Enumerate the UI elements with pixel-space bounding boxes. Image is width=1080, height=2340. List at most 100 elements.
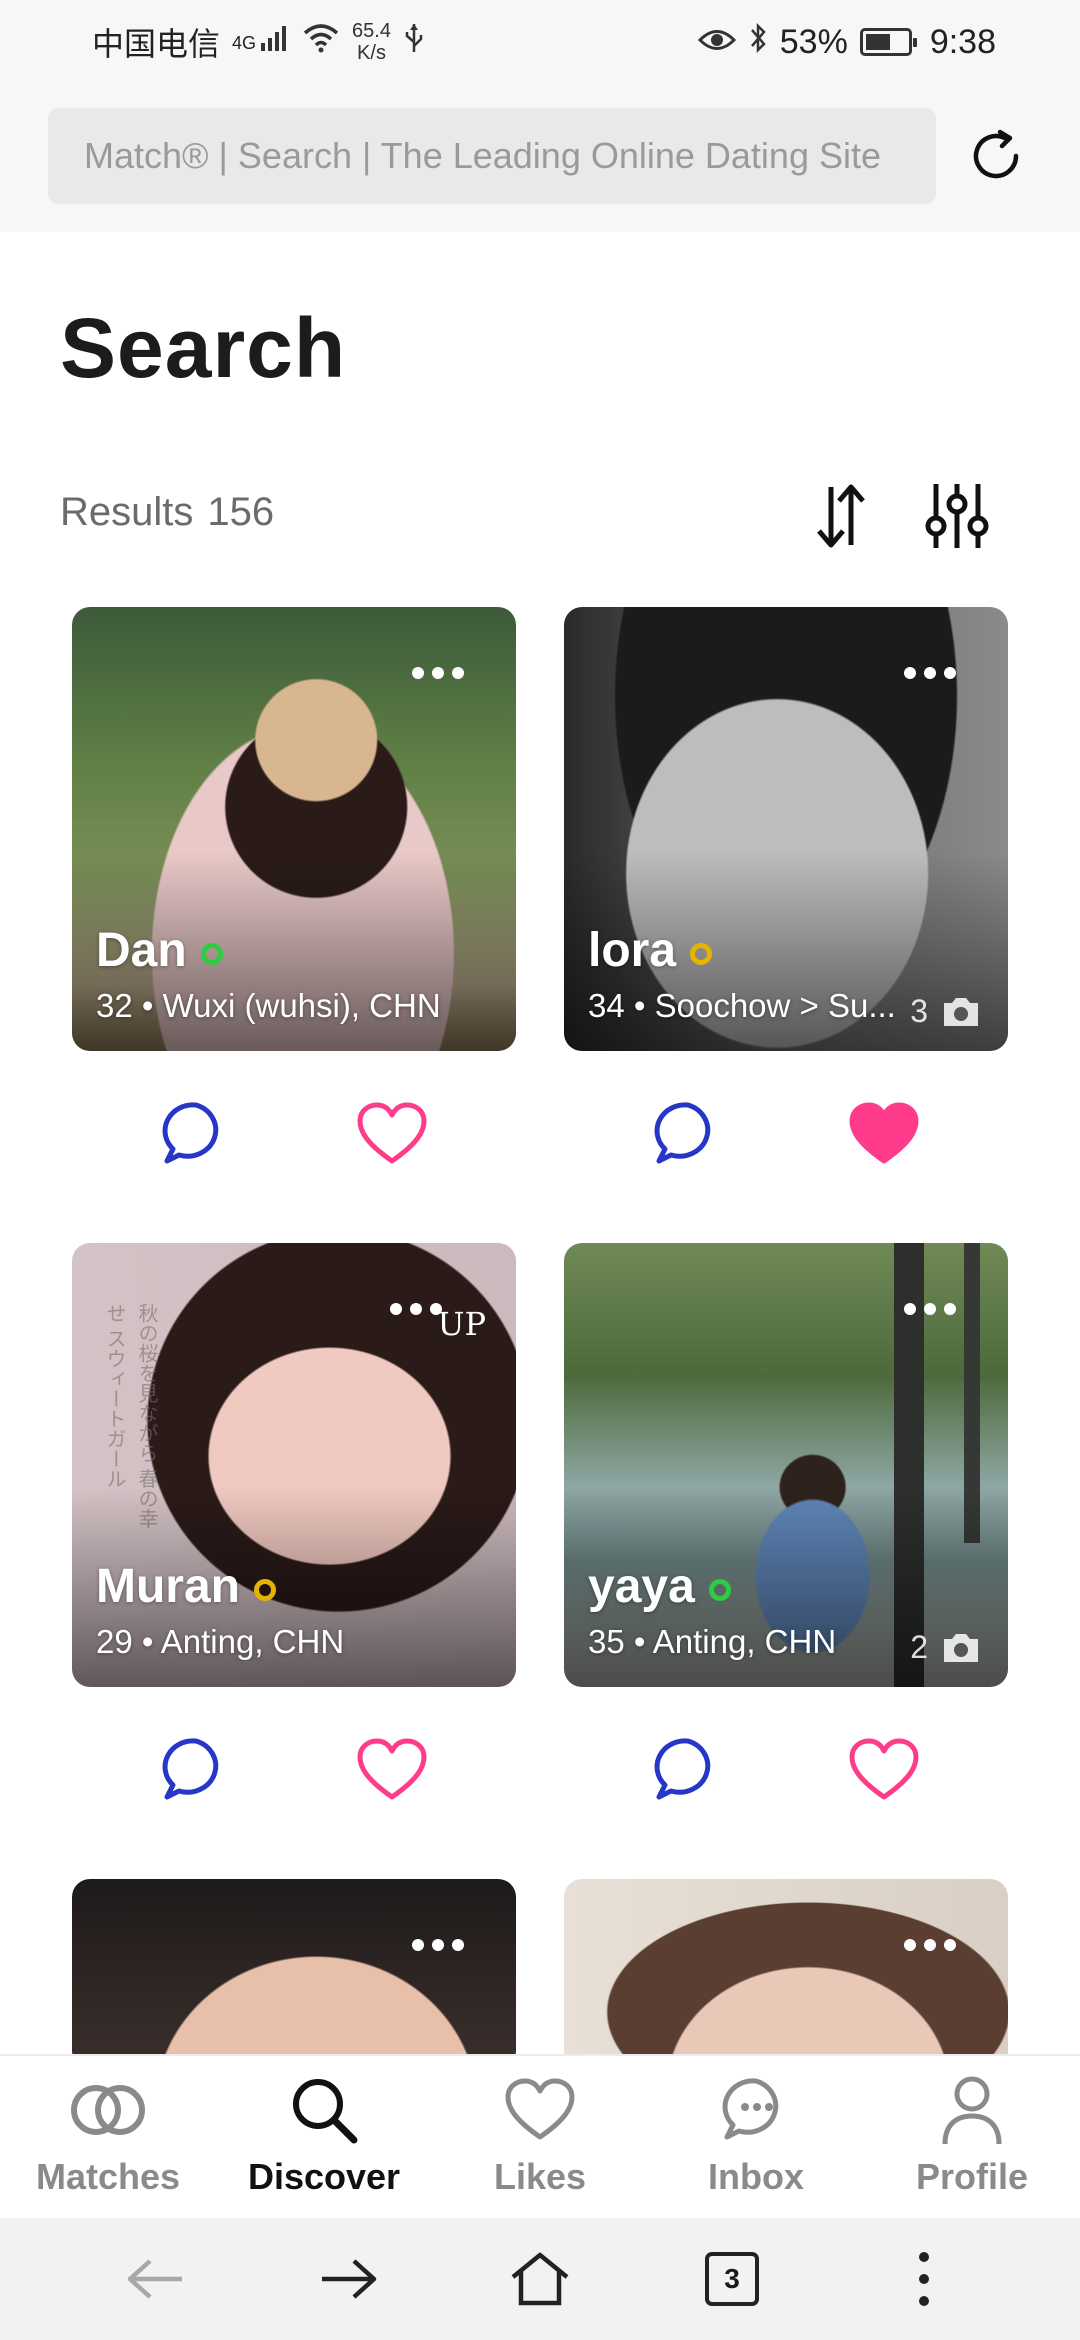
profile-card[interactable]: yaya 35 • Anting, CHN 2: [564, 1243, 1008, 1687]
home-icon: [511, 2252, 569, 2306]
camera-icon: [944, 997, 978, 1026]
away-status-dot: [254, 1578, 276, 1601]
message-button[interactable]: [158, 1734, 234, 1806]
away-status-dot: [690, 942, 713, 965]
profile-meta: 34 • Soochow > Su...: [588, 987, 896, 1024]
heart-outline-icon: [357, 1102, 427, 1164]
status-left: 中国电信 4G 65.4 K/s: [92, 19, 425, 65]
tabs-button[interactable]: 3: [692, 2239, 772, 2319]
more-options-button[interactable]: [412, 1935, 472, 1955]
home-button[interactable]: [500, 2239, 580, 2319]
page-title: Search: [60, 301, 347, 395]
bluetooth-icon: [748, 22, 768, 63]
camera-icon: [944, 1633, 978, 1662]
network-type: 4G: [232, 33, 257, 53]
more-options-button[interactable]: [904, 663, 964, 683]
profile-name: Muran: [96, 1560, 240, 1613]
profile-meta: 29 • Anting, CHN: [96, 1623, 345, 1660]
inbox-chat-icon: [716, 2074, 796, 2146]
browser-toolbar: 3: [0, 2218, 1080, 2340]
like-button-liked[interactable]: [846, 1098, 922, 1170]
profile-meta: 32 • Wuxi (wuhsi), CHN: [96, 987, 441, 1024]
forward-button[interactable]: [308, 2239, 388, 2319]
nav-likes-label: Likes: [493, 2156, 587, 2197]
profile-name-row: yaya: [588, 1559, 731, 1614]
profile-card[interactable]: Dan 32 • Wuxi (wuhsi), CHN: [72, 607, 516, 1051]
filter-button[interactable]: [922, 476, 992, 556]
profile-name-row: lora: [588, 923, 713, 978]
sort-arrows-icon: [817, 484, 865, 548]
carrier-label: 中国电信: [92, 25, 221, 63]
profile-card[interactable]: [72, 1879, 516, 2069]
more-options-button[interactable]: [412, 663, 472, 683]
message-button[interactable]: [158, 1098, 234, 1170]
more-options-button[interactable]: [904, 1299, 964, 1319]
profile-card[interactable]: 秋の桜を見ながら 春の幸せ スウィートガール UP Muran 29 • Ant…: [72, 1243, 516, 1687]
heart-filled-icon: [849, 1102, 919, 1164]
nav-likes[interactable]: Likes: [432, 2056, 648, 2218]
like-button[interactable]: [354, 1734, 430, 1806]
profile-photo: [72, 1879, 516, 2069]
photo-count-number: 2: [910, 1629, 928, 1665]
profile-name-row: Muran: [96, 1559, 276, 1614]
eye-comfort-icon: [697, 23, 736, 62]
app-bottom-nav: Matches Discover Likes Inbox Profile: [0, 2054, 1080, 2218]
nav-inbox[interactable]: Inbox: [648, 2056, 864, 2218]
filter-sliders-icon: [925, 484, 989, 548]
nav-matches[interactable]: Matches: [0, 2056, 216, 2218]
wifi-icon: [302, 23, 340, 62]
photo-count-number: 3: [910, 993, 928, 1029]
clock: 9:38: [929, 22, 996, 61]
nav-discover-label: Discover: [247, 2156, 401, 2197]
reload-icon: [973, 129, 1019, 179]
like-button[interactable]: [846, 1734, 922, 1806]
status-bar: 中国电信 4G 65.4 K/s 53% 9:38: [0, 0, 1080, 84]
back-button[interactable]: [116, 2239, 196, 2319]
results-label: Results: [60, 490, 194, 534]
heart-outline-icon: [357, 1738, 427, 1800]
nav-profile[interactable]: Profile: [864, 2056, 1080, 2218]
up-badge: UP: [437, 1305, 487, 1343]
battery-icon: [859, 28, 917, 56]
battery-percent: 53%: [779, 22, 848, 61]
more-vertical-icon: [919, 2252, 929, 2306]
heart-outline-icon: [849, 1738, 919, 1800]
profile-name: Dan: [96, 924, 187, 977]
profile-name-row: Dan: [96, 923, 223, 978]
status-right: 53% 9:38: [697, 22, 996, 63]
profile-name: lora: [588, 924, 677, 977]
photo-count: 2: [910, 1629, 982, 1666]
message-button[interactable]: [650, 1734, 726, 1806]
nav-profile-label: Profile: [915, 2156, 1029, 2197]
browser-menu-button[interactable]: [884, 2239, 964, 2319]
url-field[interactable]: Match® | Search | The Leading Online Dat…: [48, 108, 936, 204]
reload-button[interactable]: [966, 126, 1026, 186]
tab-count: 3: [705, 2252, 759, 2306]
nav-discover[interactable]: Discover: [216, 2056, 432, 2218]
sort-button[interactable]: [806, 476, 876, 556]
more-options-button[interactable]: [904, 1935, 964, 1955]
profile-card[interactable]: [564, 1879, 1008, 2069]
speed-value: 65.4: [352, 20, 391, 42]
network-speed: 65.4 K/s: [352, 20, 391, 64]
signal-icon: [260, 23, 290, 62]
profile-card[interactable]: lora 34 • Soochow > Su... 3: [564, 607, 1008, 1051]
profile-person-icon: [932, 2074, 1012, 2146]
matches-rings-icon: [68, 2074, 148, 2146]
results-number: 156: [207, 490, 275, 534]
results-count: Results 156: [60, 490, 274, 535]
chat-bubble-icon: [162, 1738, 219, 1800]
profile-meta: 35 • Anting, CHN: [588, 1623, 837, 1660]
arrow-right-icon: [322, 2259, 377, 2299]
usb-icon: [403, 22, 425, 63]
search-icon: [284, 2074, 364, 2146]
message-button[interactable]: [650, 1098, 726, 1170]
nav-inbox-label: Inbox: [708, 2156, 804, 2197]
chat-bubble-icon: [654, 1102, 711, 1164]
like-button[interactable]: [354, 1098, 430, 1170]
profile-name: yaya: [588, 1560, 695, 1613]
arrow-left-icon: [127, 2259, 182, 2299]
browser-url-bar: Match® | Search | The Leading Online Dat…: [0, 84, 1080, 232]
online-status-dot: [708, 1578, 731, 1601]
nav-matches-label: Matches: [35, 2156, 181, 2197]
